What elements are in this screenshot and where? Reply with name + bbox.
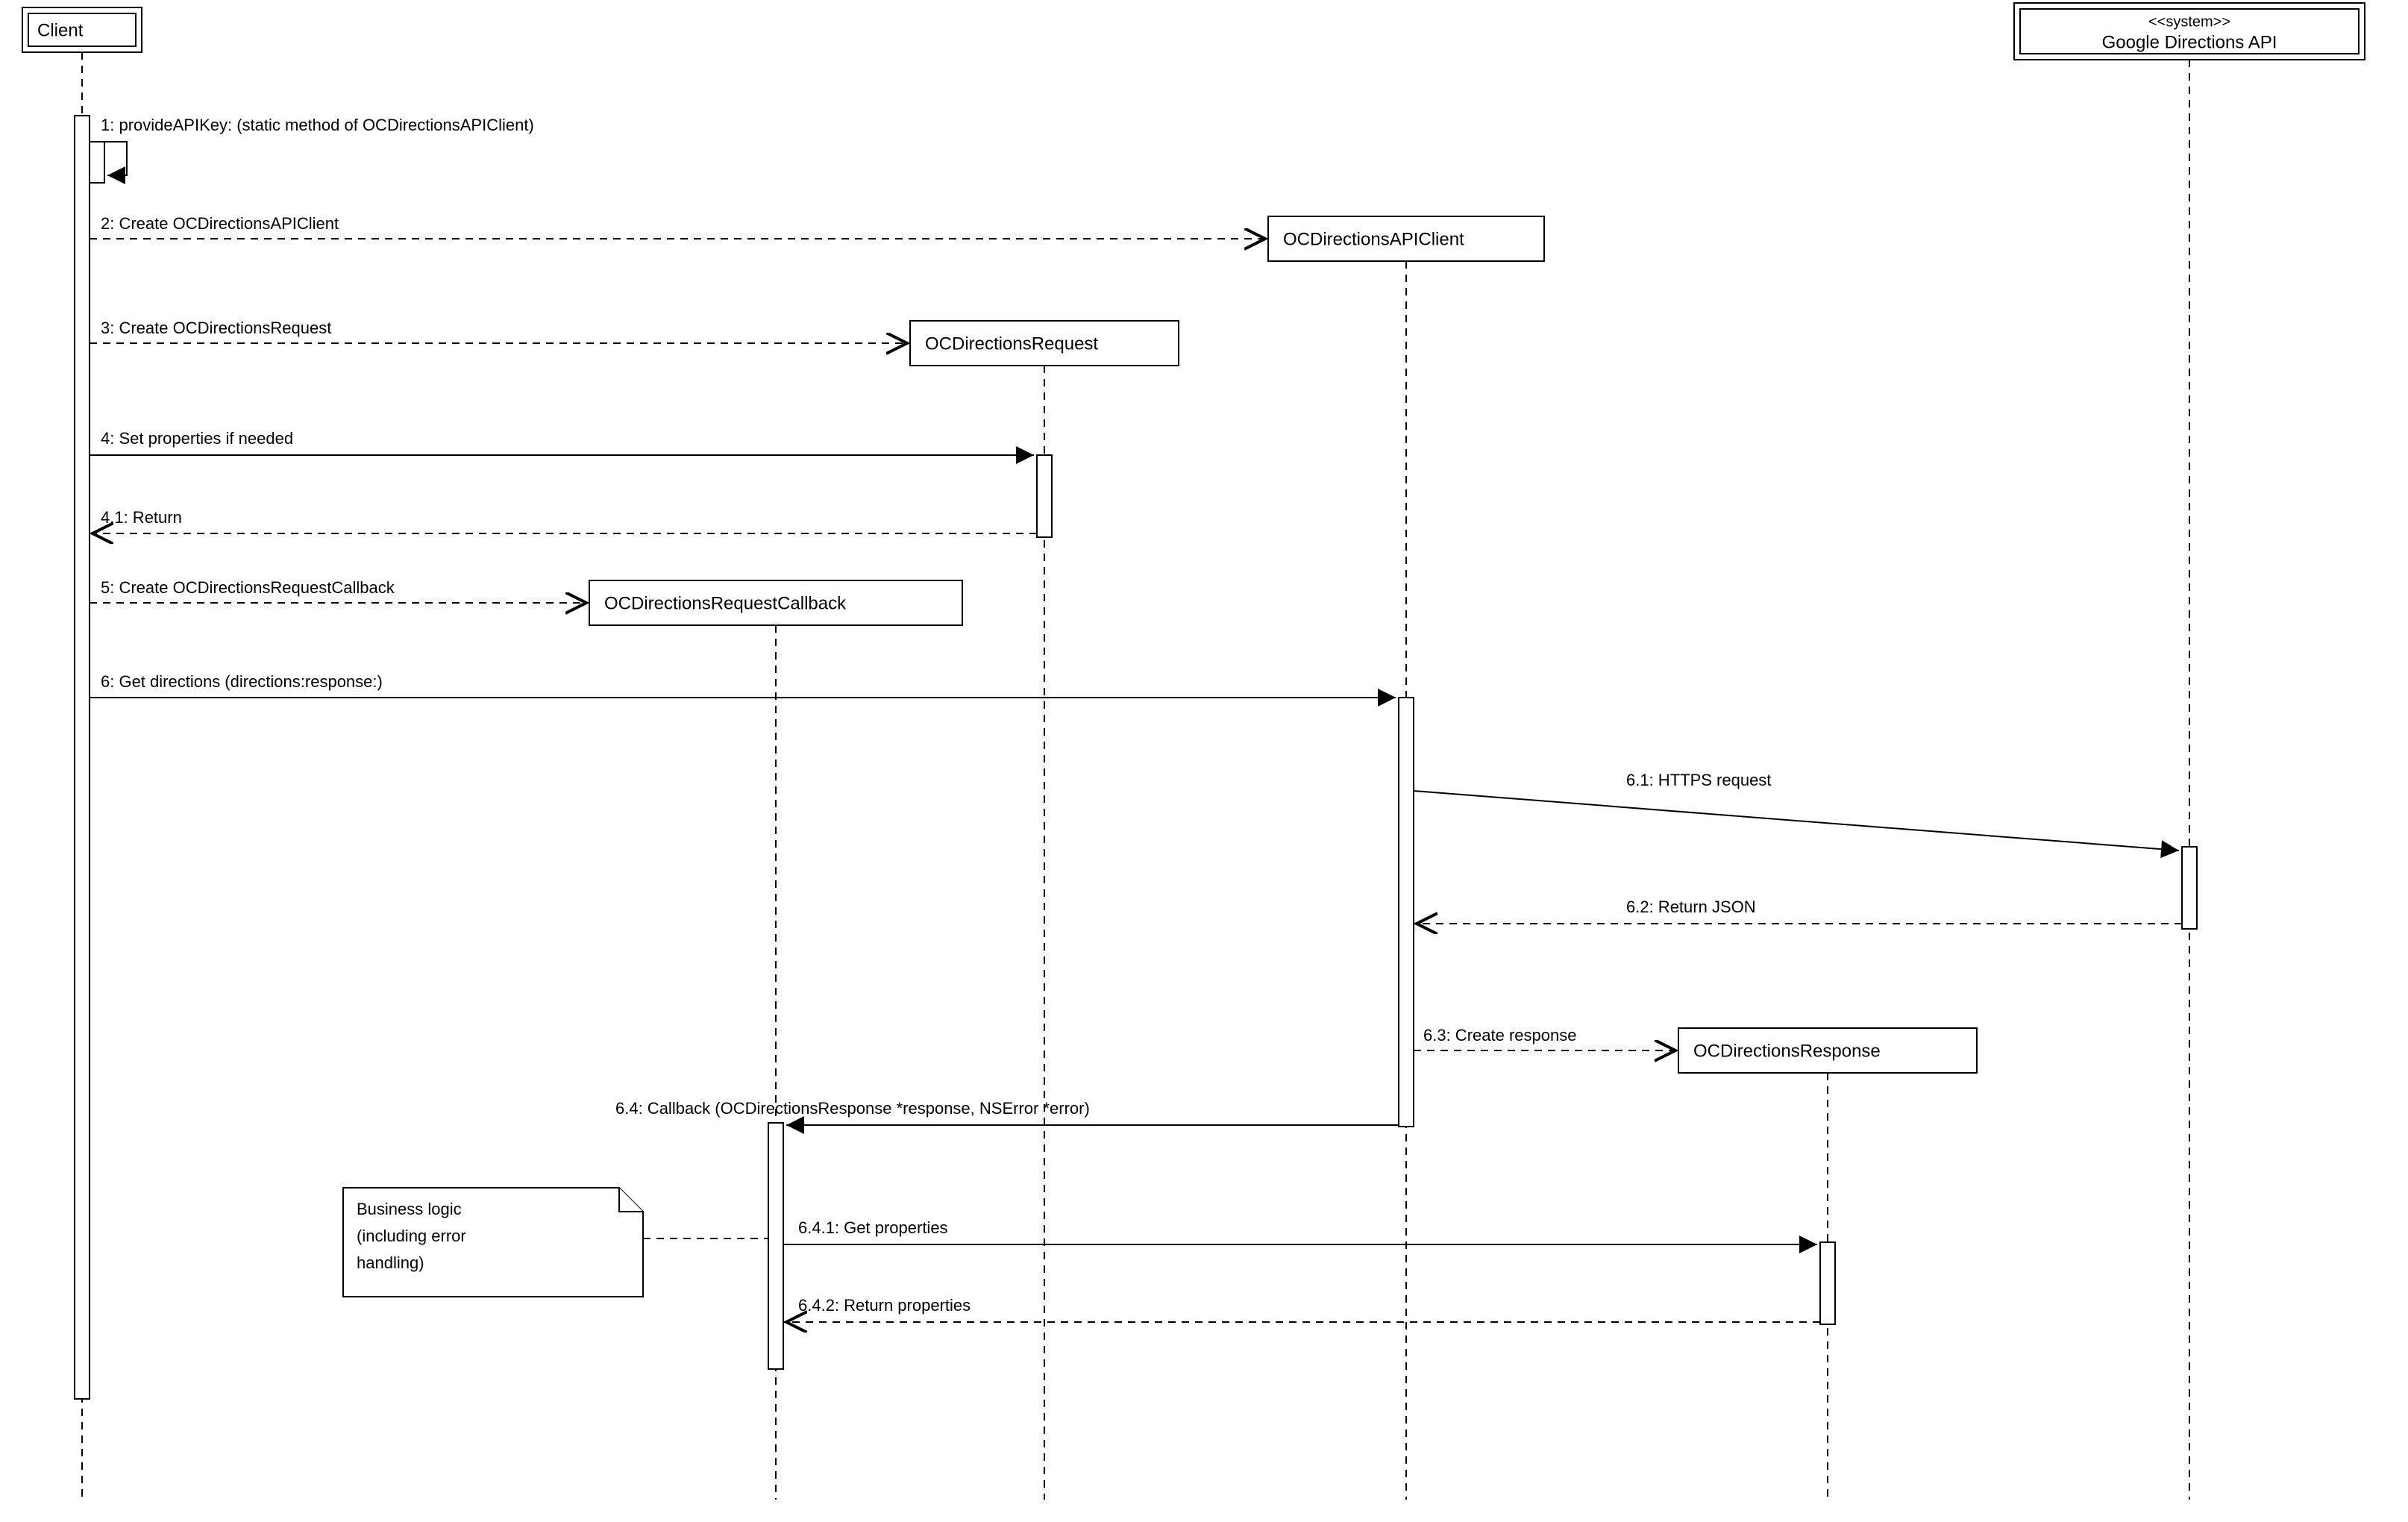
message-6-3: 6.3: Create response [1414, 1026, 1675, 1050]
message-2-label: 2: Create OCDirectionsAPIClient [101, 214, 339, 233]
participant-api-client: OCDirectionsAPIClient [1268, 216, 1544, 261]
activation-client-self [90, 142, 104, 183]
activation-client [75, 116, 90, 1399]
message-6-4-1-label: 6.4.1: Get properties [798, 1218, 948, 1237]
activation-request [1037, 455, 1052, 537]
participant-request-label: OCDirectionsRequest [925, 333, 1098, 354]
message-3-label: 3: Create OCDirectionsRequest [101, 319, 331, 337]
message-6-4-2: 6.4.2: Return properties [786, 1296, 1820, 1322]
message-4: 4: Set properties if needed [90, 429, 1034, 455]
participant-callback: OCDirectionsRequestCallback [589, 580, 962, 625]
sequence-diagram: Client <<system>> Google Directions API … [0, 0, 2408, 1522]
message-6-1: 6.1: HTTPS request [1414, 771, 2179, 851]
participant-client: Client [22, 7, 142, 52]
message-6-4: 6.4: Callback (OCDirectionsResponse *res… [615, 1099, 1399, 1125]
note-business-logic: Business logic (including error handling… [343, 1188, 768, 1297]
message-4-1-label: 4.1: Return [101, 508, 182, 527]
participant-client-label: Client [37, 20, 84, 40]
message-4-label: 4: Set properties if needed [101, 429, 293, 448]
message-2: 2: Create OCDirectionsAPIClient [90, 214, 1265, 239]
message-6-4-1: 6.4.1: Get properties [783, 1218, 1817, 1244]
participant-google: <<system>> Google Directions API [2014, 3, 2365, 60]
message-1: 1: provideAPIKey: (static method of OCDi… [90, 116, 534, 175]
participant-api-client-label: OCDirectionsAPIClient [1283, 229, 1464, 249]
note-line-2: (including error [357, 1227, 466, 1245]
participant-response: OCDirectionsResponse [1678, 1028, 1977, 1073]
message-6-1-label: 6.1: HTTPS request [1626, 771, 1771, 789]
activation-response [1820, 1242, 1835, 1324]
message-6-2: 6.2: Return JSON [1417, 898, 2182, 924]
note-line-3: handling) [357, 1253, 424, 1272]
message-5: 5: Create OCDirectionsRequestCallback [90, 578, 586, 603]
message-6: 6: Get directions (directions:response:) [90, 672, 1396, 698]
participant-callback-label: OCDirectionsRequestCallback [604, 593, 847, 613]
activation-callback [768, 1123, 783, 1369]
message-6-4-2-label: 6.4.2: Return properties [798, 1296, 971, 1315]
participant-response-label: OCDirectionsResponse [1693, 1041, 1881, 1061]
participant-google-label: Google Directions API [2102, 32, 2277, 52]
message-6-2-label: 6.2: Return JSON [1626, 898, 1756, 916]
activation-api-client [1399, 698, 1414, 1127]
message-6-3-label: 6.3: Create response [1423, 1026, 1576, 1045]
message-1-label: 1: provideAPIKey: (static method of OCDi… [101, 116, 534, 134]
participant-google-stereotype: <<system>> [2148, 13, 2230, 30]
message-3: 3: Create OCDirectionsRequest [90, 319, 907, 343]
message-6-4-label: 6.4: Callback (OCDirectionsResponse *res… [615, 1099, 1090, 1118]
participant-request: OCDirectionsRequest [910, 321, 1179, 366]
message-5-label: 5: Create OCDirectionsRequestCallback [101, 578, 395, 597]
message-6-label: 6: Get directions (directions:response:) [101, 672, 383, 691]
message-4-1: 4.1: Return [93, 508, 1037, 533]
note-line-1: Business logic [357, 1200, 462, 1218]
activation-google [2182, 847, 2197, 929]
